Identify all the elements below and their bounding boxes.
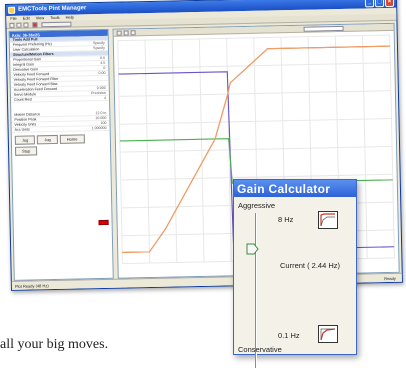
stop-icon[interactable] — [32, 22, 37, 27]
property-label: Count Rest — [14, 97, 32, 101]
property-value: 0.5 — [100, 56, 105, 60]
status-left: Plot Ready (48 Hz) — [15, 283, 49, 289]
app-icon — [8, 7, 15, 14]
fit-icon[interactable] — [131, 30, 136, 35]
property-label: Frequent Preferring (Hz) — [13, 42, 52, 47]
property-value: Precision — [91, 91, 106, 95]
aggressive-response-icon — [318, 211, 338, 229]
property-label: Servo Module — [14, 92, 36, 96]
property-label: Tools Add Pull — [13, 37, 38, 42]
property-value: 10.000 — [95, 116, 106, 120]
save-icon[interactable] — [16, 23, 21, 28]
jog-button[interactable]: Jog — [37, 135, 58, 144]
status-right: Ready — [384, 276, 396, 281]
left-panel: Axis: 36-36x2S Tools Add PullFrequent Pr… — [9, 29, 114, 281]
gain-calculator-body: Aggressive 8 Hz Current ( 2.44 Hz) 0.1 H… — [234, 197, 356, 354]
current-gain-label: Current ( 2.44 Hz) — [280, 261, 340, 270]
print-icon[interactable] — [23, 23, 28, 28]
property-value: Specify — [93, 46, 105, 50]
bottom-frequency-value: 0.1 Hz — [278, 331, 300, 340]
zoom-icon[interactable] — [117, 31, 122, 36]
property-value: 1.000000 — [92, 126, 107, 130]
top-frequency-value: 8 Hz — [278, 215, 293, 224]
maximize-button[interactable]: □ — [375, 0, 384, 7]
property-label: Position Peak — [14, 117, 36, 121]
property-value: 4.5 — [100, 61, 105, 65]
conservative-response-icon — [318, 325, 338, 343]
property-label: Structure/Motion Filters — [13, 52, 54, 57]
property-value: Specify — [93, 41, 105, 45]
gain-calculator-window: Gain Calculator Aggressive 8 Hz Current … — [233, 179, 357, 355]
jog-button[interactable]: Home — [60, 134, 85, 144]
aggressive-label: Aggressive — [238, 201, 275, 210]
property-label: Proportional Gain — [13, 57, 41, 62]
property-grid: Tools Add PullFrequent Preferring (Hz) Sp… — [10, 36, 109, 103]
property-value: 0.000 — [97, 86, 106, 90]
property-label: User Calculation — [13, 47, 39, 52]
property-value: 12.0 in — [95, 111, 106, 115]
property-value: 0 — [103, 66, 105, 70]
trace-select[interactable] — [304, 26, 344, 32]
jog-button[interactable]: Stop — [15, 146, 37, 155]
close-button[interactable]: × — [385, 0, 394, 7]
jog-buttons: JogJogHomeStop — [12, 131, 111, 159]
property-label: Velocity Units — [14, 122, 36, 126]
gain-calculator-title: Gain Calculator — [234, 180, 356, 197]
property-label: Motion Distance — [14, 112, 40, 117]
conservative-label: Conservative — [238, 345, 282, 354]
property-value: 0.00 — [98, 71, 105, 75]
property-label: Derivative Gain — [13, 67, 38, 72]
stop-indicator[interactable] — [99, 220, 109, 225]
open-icon[interactable] — [9, 23, 14, 28]
property-label: Velocity Feed Forward — [13, 72, 49, 77]
property-label: Acc Units — [15, 128, 30, 132]
property-value: 4 — [104, 96, 106, 100]
gain-slider-thumb[interactable] — [246, 243, 259, 255]
motion-grid: Motion Distance 12.0 in Position Peak 10.00… — [11, 111, 109, 133]
jog-button[interactable]: Jog — [15, 135, 36, 144]
property-label: Integral Gain — [13, 62, 34, 66]
property-value: 100 — [100, 121, 106, 125]
caption-text: all your big moves. — [0, 337, 108, 353]
minimize-button[interactable]: _ — [365, 0, 374, 7]
pan-icon[interactable] — [124, 30, 129, 35]
axis-select[interactable] — [41, 22, 71, 28]
window-title: EMCTools Pint Manager — [18, 5, 86, 12]
